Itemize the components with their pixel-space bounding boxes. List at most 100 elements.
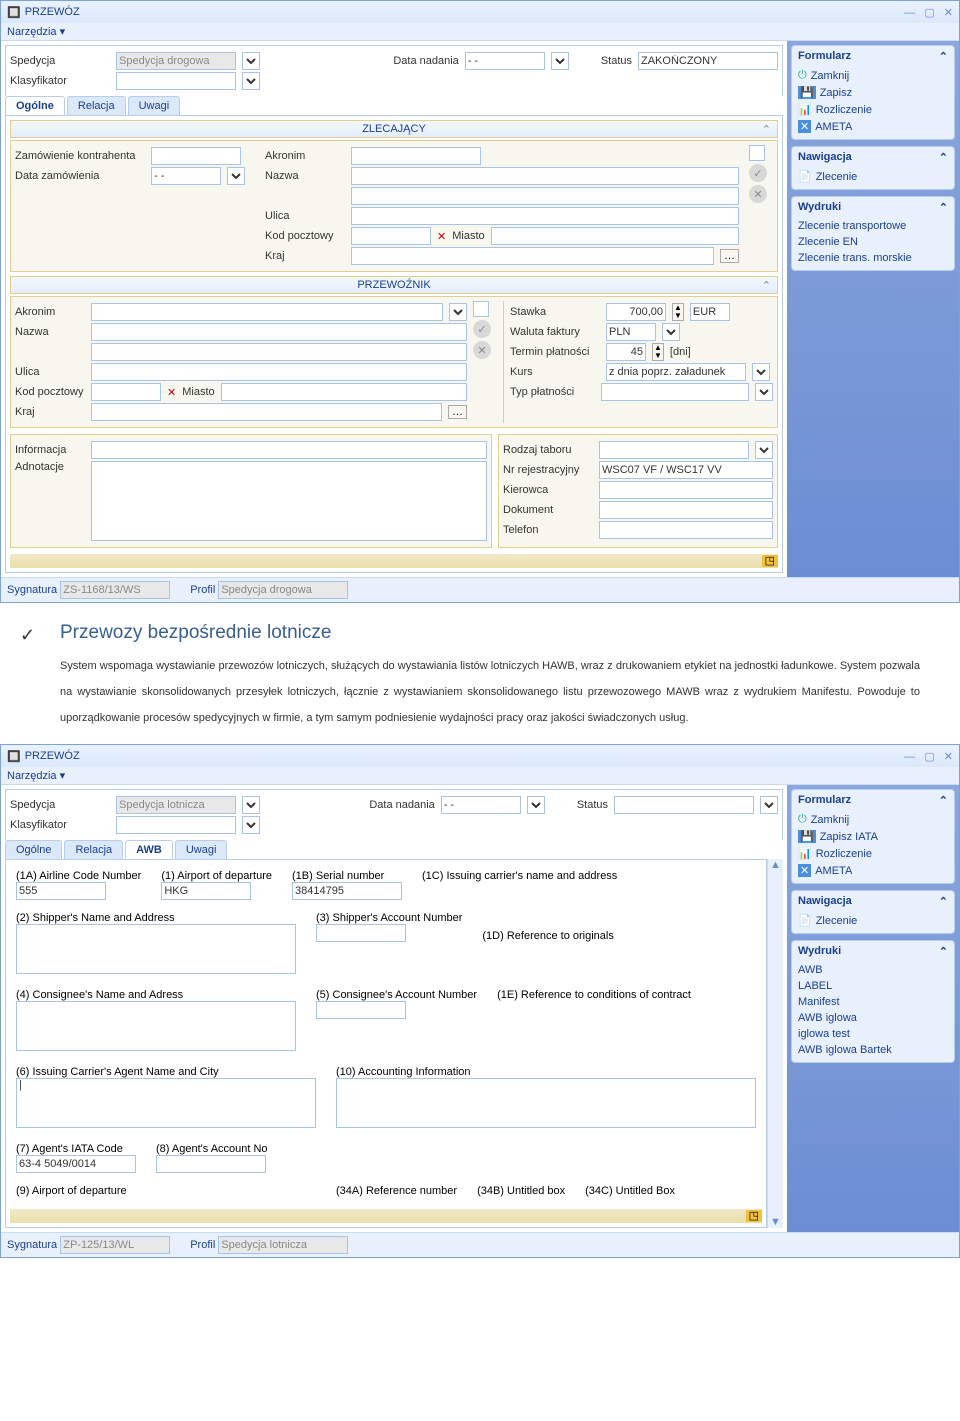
f8-input[interactable]	[156, 1155, 266, 1173]
klasyfikator-dropdown[interactable]	[242, 72, 260, 90]
adnotacje-input[interactable]	[91, 461, 487, 541]
typ-input[interactable]	[601, 383, 749, 401]
stawka-cur[interactable]	[690, 303, 730, 321]
p-akronim-dropdown[interactable]	[449, 303, 467, 321]
nazwa2-input[interactable]	[351, 187, 739, 205]
kraj-input[interactable]	[351, 247, 714, 265]
data-nadania-input[interactable]	[465, 52, 545, 70]
collapse-icon[interactable]: ⌃	[939, 151, 948, 164]
print-awb-iglowa[interactable]: AWB iglowa	[798, 1010, 948, 1026]
section-zlecajacy-header[interactable]: ZLECAJĄCY⌃	[10, 120, 778, 138]
stawka-input[interactable]	[606, 303, 666, 321]
action-zapisz[interactable]: 💾Zapisz IATA	[798, 828, 948, 845]
check-1[interactable]	[749, 145, 765, 161]
klasyfikator-dropdown[interactable]	[242, 816, 260, 834]
waluta-dropdown[interactable]	[662, 323, 680, 341]
nazwa-input[interactable]	[351, 167, 739, 185]
collapse-icon[interactable]: ⌃	[762, 123, 771, 136]
p-ulica-input[interactable]	[91, 363, 467, 381]
f7-input[interactable]	[16, 1155, 136, 1173]
print-manifest[interactable]: Manifest	[798, 994, 948, 1010]
datazam-dropdown[interactable]	[227, 167, 245, 185]
p-cancel-icon[interactable]: ✕	[473, 341, 491, 359]
clear-icon[interactable]: ✕	[167, 386, 176, 399]
klasyfikator-input[interactable]	[116, 816, 236, 834]
strip-icon[interactable]: ◳	[746, 1210, 762, 1222]
nrrej-input[interactable]	[599, 461, 773, 479]
p-check[interactable]	[473, 301, 489, 317]
collapse-icon[interactable]: ⌃	[939, 201, 948, 214]
f1-input[interactable]	[161, 882, 251, 900]
scroll-up-icon[interactable]: ▲	[770, 859, 781, 871]
section-przewoznik-header[interactable]: PRZEWOŹNIK⌃	[10, 276, 778, 294]
termin-input[interactable]	[606, 343, 646, 361]
more-icon[interactable]: …	[720, 249, 739, 263]
collapse-icon[interactable]: ⌃	[939, 794, 948, 807]
collapse-icon[interactable]: ⌃	[939, 895, 948, 908]
print-awb[interactable]: AWB	[798, 962, 948, 978]
scroll-down-icon[interactable]: ▼	[770, 1216, 781, 1228]
f10-input[interactable]	[336, 1078, 756, 1128]
cancel-icon[interactable]: ✕	[749, 185, 767, 203]
menu-tools[interactable]: Narzędzia ▾	[7, 770, 65, 782]
action-rozliczenie[interactable]: 📊Rozliczenie	[798, 101, 948, 118]
action-zapisz[interactable]: 💾Zapisz	[798, 84, 948, 101]
collapse-icon[interactable]: ⌃	[939, 50, 948, 63]
action-ameta[interactable]: ✕AMETA	[798, 862, 948, 879]
kierowca-input[interactable]	[599, 481, 773, 499]
print-awb-iglowa-bartek[interactable]: AWB iglowa Bartek	[798, 1042, 948, 1058]
f4-input[interactable]	[16, 1001, 296, 1051]
print-3[interactable]: Zlecenie trans. morskie	[798, 250, 948, 266]
p-akronim-input[interactable]	[91, 303, 443, 321]
f2-input[interactable]	[16, 924, 296, 974]
tab-uwagi[interactable]: Uwagi	[128, 96, 181, 115]
print-label[interactable]: LABEL	[798, 978, 948, 994]
tab-relacja[interactable]: Relacja	[67, 96, 126, 115]
titlebar[interactable]: 🔲PRZEWÓZ — ▢ ✕	[1, 1, 959, 23]
maximize-icon[interactable]: ▢	[924, 751, 934, 763]
f6-input[interactable]: |	[16, 1078, 316, 1128]
collapse-icon[interactable]: ⌃	[939, 945, 948, 958]
f1b-input[interactable]	[292, 882, 402, 900]
kod-input[interactable]	[351, 227, 431, 245]
collapse-icon[interactable]: ⌃	[762, 279, 771, 292]
data-nadania-input[interactable]	[441, 796, 521, 814]
spinner-icon[interactable]: ▲▼	[672, 303, 684, 321]
clear-icon[interactable]: ✕	[437, 230, 446, 243]
date-dropdown[interactable]	[551, 52, 569, 70]
p-kod-input[interactable]	[91, 383, 161, 401]
nav-zlecenie[interactable]: 📄Zlecenie	[798, 912, 948, 929]
minimize-icon[interactable]: —	[904, 7, 915, 19]
scrollbar[interactable]: ▲▼	[767, 859, 783, 1228]
klasyfikator-input[interactable]	[116, 72, 236, 90]
tab-uwagi[interactable]: Uwagi	[175, 840, 228, 859]
menu-tools[interactable]: Narzędzia ▾	[7, 26, 65, 38]
print-iglowa-test[interactable]: iglowa test	[798, 1026, 948, 1042]
maximize-icon[interactable]: ▢	[924, 7, 934, 19]
spedycja-select[interactable]	[116, 796, 236, 814]
action-ameta[interactable]: ✕AMETA	[798, 118, 948, 135]
status-input[interactable]	[614, 796, 754, 814]
p-ok-icon[interactable]: ✓	[473, 320, 491, 338]
minimize-icon[interactable]: —	[904, 751, 915, 763]
tab-ogolne[interactable]: Ogólne	[5, 96, 65, 115]
status-dropdown[interactable]	[760, 796, 778, 814]
spedycja-select[interactable]	[116, 52, 236, 70]
zam-input[interactable]	[151, 147, 241, 165]
strip-icon[interactable]: ◳	[762, 555, 778, 567]
datazam-input[interactable]	[151, 167, 221, 185]
print-1[interactable]: Zlecenie transportowe	[798, 218, 948, 234]
f3-input[interactable]	[316, 924, 406, 942]
rodzaj-dropdown[interactable]	[755, 441, 773, 459]
telefon-input[interactable]	[599, 521, 773, 539]
waluta-input[interactable]	[606, 323, 656, 341]
f1a-input[interactable]	[16, 882, 106, 900]
f5-input[interactable]	[316, 1001, 406, 1019]
spinner-icon[interactable]: ▲▼	[652, 343, 664, 361]
akronim-input[interactable]	[351, 147, 481, 165]
tab-ogolne[interactable]: Ogólne	[5, 840, 62, 859]
action-zamknij[interactable]: ⏻Zamknij	[798, 67, 948, 84]
close-icon[interactable]: ✕	[944, 751, 953, 763]
rodzaj-input[interactable]	[599, 441, 749, 459]
nav-zlecenie[interactable]: 📄Zlecenie	[798, 168, 948, 185]
